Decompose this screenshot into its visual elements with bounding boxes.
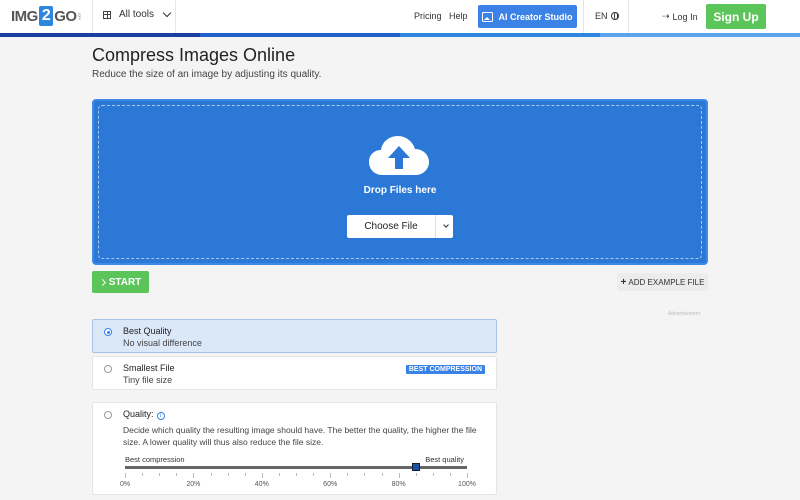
start-button[interactable]: START [92, 271, 149, 293]
pricing-link[interactable]: Pricing [414, 11, 442, 21]
slider-tick [278, 473, 280, 476]
option-custom-quality[interactable]: Quality: i Decide which quality the resul… [92, 402, 497, 495]
add-example-file-button[interactable]: + ADD EXAMPLE FILE [617, 273, 708, 291]
slider-tick [364, 473, 366, 476]
page-title: Compress Images Online [92, 45, 296, 65]
slider-tick [330, 473, 332, 478]
radio-best-quality[interactable] [104, 328, 112, 336]
image-ai-icon [482, 11, 494, 22]
bar-segment [200, 33, 400, 37]
slider-tick [193, 473, 195, 478]
bar-segment [0, 33, 200, 37]
help-link[interactable]: Help [449, 11, 468, 21]
slider-tick [313, 473, 315, 476]
logo-suffix: .com [77, 12, 83, 20]
login-label: Log In [672, 11, 698, 22]
option-smallest-file[interactable]: Smallest File Tiny file size BEST COMPRE… [92, 356, 497, 390]
slider-tick [432, 473, 434, 476]
slider-tick-label: 60% [323, 481, 338, 488]
option-subtitle: Tiny file size [123, 375, 173, 385]
logo-text-right: GO [54, 7, 77, 25]
choose-file-group: Choose File [347, 215, 453, 238]
slider-tick [398, 473, 400, 478]
slider-tick [125, 473, 126, 478]
slider-thumb[interactable] [411, 463, 420, 471]
radio-smallest-file[interactable] [104, 365, 112, 373]
quality-label: Quality: [123, 409, 154, 419]
option-best-quality[interactable]: Best Quality No visual difference [92, 319, 497, 353]
slider-tick [467, 473, 468, 478]
choose-file-button[interactable]: Choose File [347, 215, 435, 238]
choose-file-dropdown[interactable] [435, 215, 453, 238]
bar-segment [600, 33, 800, 37]
slider-tick [244, 473, 246, 476]
start-label: START [108, 276, 142, 288]
drop-files-text: Drop Files here [363, 185, 437, 196]
divider [583, 0, 584, 33]
chevron-down-icon [442, 222, 449, 228]
globe-icon [610, 12, 619, 20]
divider [92, 0, 93, 33]
option-title: Smallest File [123, 363, 175, 373]
option-title: Best Quality [123, 326, 172, 336]
slider-tick [381, 473, 383, 476]
slider-tick-label: 40% [254, 481, 269, 488]
info-icon[interactable]: i [156, 412, 165, 420]
add-example-label: ADD EXAMPLE FILE [628, 277, 705, 287]
plus-icon: + [620, 276, 627, 288]
chevron-down-icon [162, 8, 172, 18]
quality-title: Quality: i [123, 409, 165, 420]
slider-ticks [125, 473, 468, 478]
slider-tick [142, 473, 144, 476]
radio-quality[interactable] [104, 411, 112, 419]
login-icon: ⇢ [662, 11, 670, 21]
slider-tick [227, 473, 229, 476]
bar-segment [400, 33, 600, 37]
slider-tick [261, 473, 263, 478]
slider-tick [210, 473, 212, 476]
slider-tick [449, 473, 451, 476]
login-link[interactable]: ⇢ Log In [662, 11, 698, 22]
slider-max-label: Best quality [425, 455, 464, 464]
top-navbar: IMG 2 GO .com All tools Pricing Help AI … [0, 0, 800, 33]
ai-creator-label: AI Creator Studio [498, 11, 573, 22]
ai-creator-studio-button[interactable]: AI Creator Studio [478, 5, 577, 28]
header-color-bar [0, 33, 800, 37]
page-subtitle: Reduce the size of an image by adjusting… [92, 69, 322, 80]
language-label: EN [595, 11, 608, 21]
cloud-upload-icon [369, 136, 429, 175]
slider-tick [176, 473, 178, 476]
logo-text-mid: 2 [38, 6, 54, 26]
slider-tick [159, 473, 161, 476]
slider-tick [296, 473, 297, 476]
quality-slider[interactable] [125, 463, 467, 471]
divider [628, 0, 629, 33]
language-selector[interactable]: EN [595, 11, 619, 21]
slider-tick-label: 20% [186, 481, 201, 488]
all-tools-menu[interactable]: All tools [103, 8, 172, 20]
best-compression-badge: BEST COMPRESSION [405, 365, 485, 374]
img2go-logo[interactable]: IMG 2 GO .com [11, 6, 83, 26]
option-subtitle: No visual difference [123, 338, 202, 348]
divider [175, 0, 176, 33]
slider-tick-label: 80% [391, 481, 406, 488]
all-tools-label: All tools [119, 9, 155, 20]
chevron-right-icon [98, 278, 106, 286]
grid-icon [103, 10, 111, 19]
slider-tick-label: 0% [119, 481, 131, 488]
file-dropzone[interactable]: Drop Files here Choose File [92, 99, 708, 265]
sign-up-button[interactable]: Sign Up [706, 4, 766, 29]
advertisement-label: Advertisement [668, 311, 700, 317]
slider-tick-label: 100% [458, 481, 476, 488]
slider-tick [415, 473, 417, 476]
logo-text-left: IMG [11, 7, 38, 25]
quality-description: Decide which quality the resulting image… [123, 425, 477, 447]
slider-min-label: Best compression [125, 455, 185, 464]
slider-tick [347, 473, 349, 476]
